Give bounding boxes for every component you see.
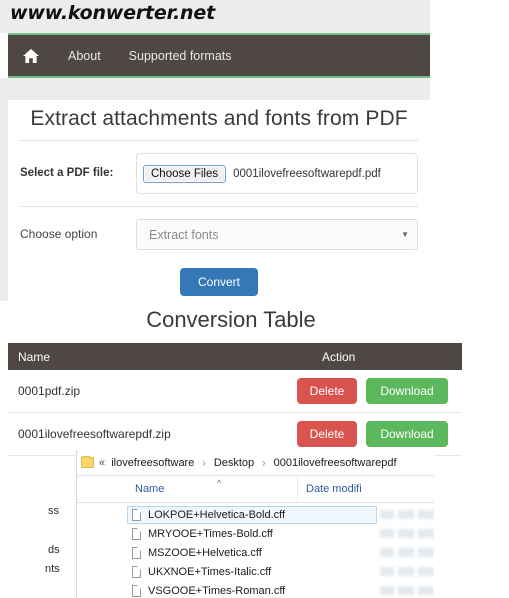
- row-actions: Delete Download: [297, 421, 462, 447]
- delete-button[interactable]: Delete: [297, 378, 357, 404]
- sidebar-fragment-quick-access: ss: [48, 505, 59, 517]
- option-select-label: Choose option: [20, 219, 136, 241]
- nav-item-supported-formats[interactable]: Supported formats: [115, 49, 246, 63]
- option-select-row: Choose option Extract fonts ▼: [8, 207, 430, 250]
- breadcrumb: « ilovefreesoftware › Desktop › 0001ilov…: [99, 457, 397, 469]
- row-file-name: 0001ilovefreesoftwarepdf.zip: [8, 427, 297, 441]
- column-header-action: Action: [322, 350, 462, 364]
- choose-files-button[interactable]: Choose Files: [143, 165, 226, 183]
- file-input[interactable]: Choose Files 0001ilovefreesoftwarepdf.pd…: [136, 153, 418, 194]
- file-icon: [132, 566, 141, 578]
- file-date-modified: [380, 548, 434, 557]
- breadcrumb-separator-icon: ›: [257, 458, 270, 469]
- sort-ascending-icon: ^: [217, 478, 221, 488]
- table-row: 0001pdf.zip Delete Download: [8, 370, 462, 413]
- list-item[interactable]: 📌 VSGOOE+Times-Roman.cff: [77, 581, 434, 598]
- convert-button-wrap: Convert: [8, 268, 430, 296]
- breadcrumb-part-1[interactable]: ilovefreesoftware: [111, 457, 194, 469]
- list-item[interactable]: 📌 MSZOOE+Helvetica.cff: [77, 543, 434, 562]
- folder-icon: [81, 457, 94, 468]
- option-select[interactable]: Extract fonts ▼: [136, 219, 418, 250]
- file-select-row: Select a PDF file: Choose Files 0001ilov…: [8, 141, 430, 194]
- file-icon: [132, 528, 141, 540]
- breadcrumb-separator-icon: ›: [197, 458, 210, 469]
- page-gutter-mid: [0, 78, 430, 100]
- option-select-value: Extract fonts: [149, 228, 218, 242]
- table-header-row: Name Action: [8, 343, 462, 370]
- explorer-column-name[interactable]: Name ^: [77, 483, 297, 495]
- row-file-name: 0001pdf.zip: [8, 384, 297, 398]
- file-name: VSGOOE+Times-Roman.cff: [148, 585, 285, 597]
- explorer-address-bar[interactable]: « ilovefreesoftware › Desktop › 0001ilov…: [77, 450, 434, 476]
- explorer-file-list: 📌 LOKPOE+Helvetica-Bold.cff 📌 MRYOOE+Tim…: [77, 503, 434, 598]
- breadcrumb-part-2[interactable]: Desktop: [214, 457, 254, 469]
- column-header-name: Name: [8, 350, 322, 364]
- download-button[interactable]: Download: [366, 378, 448, 404]
- site-title: www.konwerter.net: [10, 2, 215, 24]
- file-date-modified: [380, 529, 434, 538]
- explorer-column-name-label: Name: [135, 483, 164, 495]
- list-item[interactable]: 📌 LOKPOE+Helvetica-Bold.cff: [77, 505, 434, 524]
- nav-item-about[interactable]: About: [54, 49, 115, 63]
- page-root: www.konwerter.net About Supported format…: [0, 0, 509, 598]
- sidebar-fragment-downloads: ds: [48, 544, 60, 556]
- explorer-column-headers: Name ^ Date modifi: [77, 476, 434, 503]
- list-item[interactable]: 📌 UKXNOE+Times-Italic.cff: [77, 562, 434, 581]
- page-gutter-left: [0, 100, 8, 301]
- file-icon: [132, 509, 141, 521]
- file-explorer-window: « ilovefreesoftware › Desktop › 0001ilov…: [76, 450, 434, 598]
- file-name: MRYOOE+Times-Bold.cff: [148, 528, 273, 540]
- navbar: About Supported formats: [8, 33, 430, 78]
- file-name: LOKPOE+Helvetica-Bold.cff: [148, 509, 285, 521]
- sidebar-fragment-documents: nts: [45, 563, 60, 575]
- conversion-table-title: Conversion Table: [0, 307, 462, 333]
- file-date-modified: [380, 510, 434, 519]
- file-date-modified: [380, 586, 434, 595]
- file-select-label: Select a PDF file:: [20, 153, 136, 179]
- selected-file-name: 0001ilovefreesoftwarepdf.pdf: [226, 168, 381, 180]
- home-icon[interactable]: [8, 48, 54, 64]
- file-icon: [132, 547, 141, 559]
- download-button[interactable]: Download: [366, 421, 448, 447]
- explorer-column-date[interactable]: Date modifi: [297, 476, 362, 502]
- file-icon: [132, 585, 141, 597]
- file-name: UKXNOE+Times-Italic.cff: [148, 566, 271, 578]
- main-panel: Extract attachments and fonts from PDF S…: [8, 100, 430, 300]
- page-title: Extract attachments and fonts from PDF: [8, 100, 430, 131]
- breadcrumb-part-3[interactable]: 0001ilovefreesoftwarepdf: [274, 457, 397, 469]
- row-actions: Delete Download: [297, 378, 462, 404]
- list-item[interactable]: 📌 MRYOOE+Times-Bold.cff: [77, 524, 434, 543]
- convert-button[interactable]: Convert: [180, 268, 258, 296]
- file-name: MSZOOE+Helvetica.cff: [148, 547, 262, 559]
- conversion-table: Name Action 0001pdf.zip Delete Download …: [8, 343, 462, 456]
- delete-button[interactable]: Delete: [297, 421, 357, 447]
- chevron-down-icon: ▼: [401, 230, 409, 239]
- file-date-modified: [380, 567, 434, 576]
- breadcrumb-overflow[interactable]: «: [99, 457, 108, 469]
